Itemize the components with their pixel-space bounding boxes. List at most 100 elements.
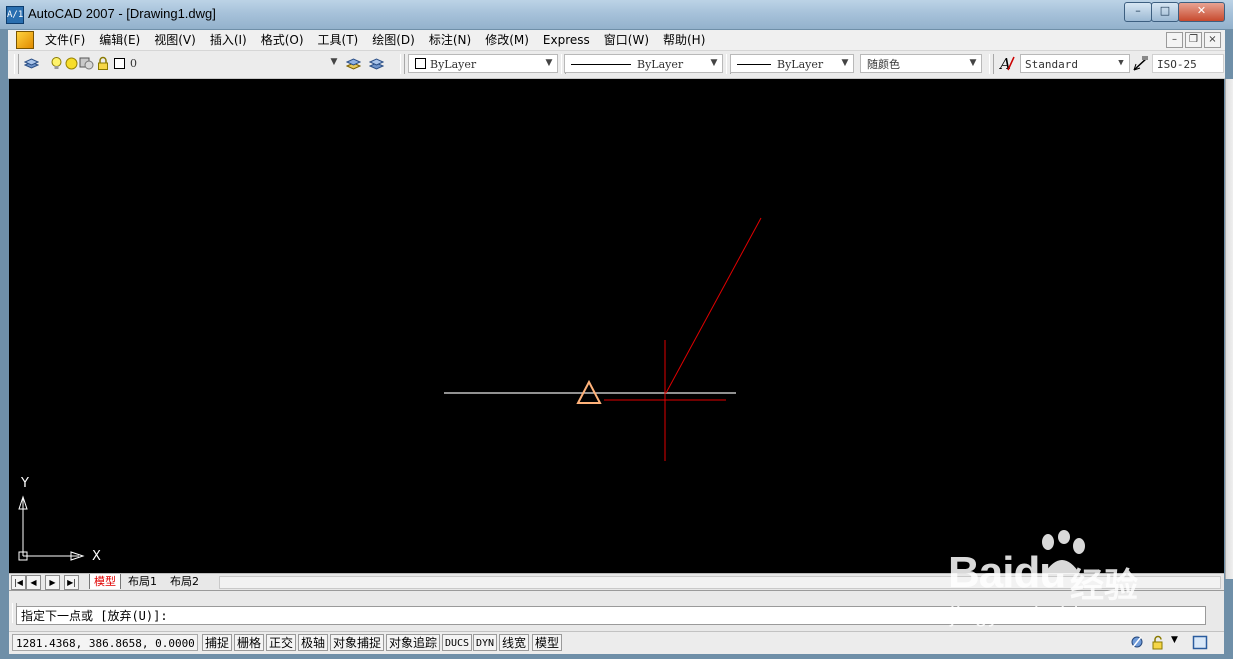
ucs-x-label: X	[92, 549, 101, 564]
autocad-window: A/1 AutoCAD 2007 - [Drawing1.dwg] – □ ✕ …	[0, 0, 1233, 659]
status-menu-chevron-down-icon[interactable]: ▼	[1171, 635, 1178, 645]
linetype-dropdown[interactable]: ByLayer ▼	[564, 54, 723, 73]
text-style-icon[interactable]: A	[999, 54, 1016, 73]
baidu-jingyan-watermark: Baidu 经验 jingyan.baidu.com	[948, 530, 1208, 630]
chevron-down-icon[interactable]: ▼	[326, 54, 342, 71]
lineweight-label: ByLayer	[777, 58, 824, 71]
polar-toggle[interactable]: 极轴	[298, 634, 329, 651]
layer-name: 0	[130, 57, 137, 70]
layer-previous-icon[interactable]	[369, 56, 384, 71]
tab-layout1[interactable]: 布局1	[124, 574, 161, 589]
menu-draw[interactable]: 绘图(D)	[365, 32, 422, 48]
watermark-brand-cn: 经验	[1070, 566, 1138, 606]
model-paper-toggle[interactable]: 模型	[532, 634, 563, 651]
grid-toggle[interactable]: 栅格	[234, 634, 265, 651]
plotstyle-dropdown[interactable]: 随颜色 ▼	[860, 54, 982, 73]
tab-model[interactable]: 模型	[89, 574, 121, 589]
otrack-toggle[interactable]: 对象追踪	[386, 634, 441, 651]
toolbar-grip[interactable]	[989, 54, 994, 74]
next-tab-button[interactable]: ▶	[45, 575, 60, 590]
chevron-down-icon[interactable]: ▼	[541, 55, 557, 72]
drawing-close-button[interactable]: ×	[1204, 32, 1221, 48]
minimize-button[interactable]: –	[1124, 2, 1152, 22]
dyn-toggle[interactable]: DYN	[473, 634, 498, 651]
linetype-label: ByLayer	[637, 58, 684, 71]
coordinate-display[interactable]: 1281.4368, 386.8658, 0.0000	[12, 634, 198, 651]
snap-toggle[interactable]: 捕捉	[202, 634, 233, 651]
layer-dropdown[interactable]: 0 ▼	[126, 54, 342, 73]
menu-window[interactable]: 窗口(W)	[597, 32, 656, 48]
lineweight-value: ByLayer	[737, 55, 823, 74]
chevron-down-icon[interactable]: ▼	[706, 55, 722, 72]
color-swatch-icon	[415, 58, 426, 69]
menu-file[interactable]: 文件(F)	[38, 32, 92, 48]
communication-center-icon[interactable]	[1129, 635, 1145, 650]
dimstyle-dropdown[interactable]: ISO-25	[1152, 54, 1224, 73]
textstyle-label: Standard	[1025, 58, 1078, 71]
lineweight-dropdown[interactable]: ByLayer ▼	[730, 54, 854, 73]
ucs-icon	[18, 495, 85, 561]
ortho-toggle[interactable]: 正交	[266, 634, 297, 651]
rubber-band-line	[665, 217, 762, 394]
menu-items: 文件(F) 编辑(E) 视图(V) 插入(I) 格式(O) 工具(T) 绘图(D…	[38, 32, 712, 48]
first-tab-button[interactable]: |◀	[11, 575, 26, 590]
color-dropdown[interactable]: ByLayer ▼	[408, 54, 558, 73]
autocad-app-icon[interactable]: A/1	[6, 6, 24, 24]
menu-edit[interactable]: 编辑(E)	[92, 32, 147, 48]
toolbar-lock-icon[interactable]	[1150, 635, 1166, 650]
title-bar[interactable]: A/1 AutoCAD 2007 - [Drawing1.dwg] – □ ✕	[0, 0, 1233, 29]
menu-modify[interactable]: 修改(M)	[478, 32, 536, 48]
lock-icon[interactable]	[96, 56, 111, 71]
menu-dimension[interactable]: 标注(N)	[422, 32, 478, 48]
clean-screen-icon[interactable]	[1192, 635, 1208, 650]
lineweight-toggle[interactable]: 线宽	[499, 634, 530, 651]
osnap-toggle[interactable]: 对象捕捉	[330, 634, 385, 651]
watermark-brand: Baidu	[948, 548, 1066, 597]
ucs-y-label: Y	[21, 476, 29, 491]
color-label: ByLayer	[430, 58, 477, 71]
sun-icon[interactable]	[64, 56, 79, 71]
vertical-scrollbar[interactable]	[1225, 79, 1233, 579]
close-button[interactable]: ✕	[1178, 2, 1225, 22]
drawing-canvas[interactable]: Y X	[9, 79, 1224, 573]
tab-layout2[interactable]: 布局2	[166, 574, 203, 589]
linetype-preview	[571, 64, 631, 65]
svg-text:A: A	[999, 55, 1011, 73]
dimension-style-icon[interactable]	[1132, 55, 1150, 73]
lightbulb-icon[interactable]	[49, 56, 64, 71]
chevron-down-icon[interactable]: ▼	[1113, 55, 1129, 72]
properties-toolbar: 0 ▼ ByLayer ▼ ByLayer ▼ ByLayer ▼ 随颜色 ▼	[8, 51, 1225, 79]
menu-tools[interactable]: 工具(T)	[311, 32, 366, 48]
menu-bar: 文件(F) 编辑(E) 视图(V) 插入(I) 格式(O) 工具(T) 绘图(D…	[8, 30, 1225, 51]
document-menu-icon[interactable]	[16, 31, 34, 49]
window-title: AutoCAD 2007 - [Drawing1.dwg]	[28, 6, 216, 21]
toolbar-grip[interactable]	[400, 54, 405, 74]
drawing-window-controls: – ❐ ×	[1166, 32, 1221, 48]
previous-tab-button[interactable]: ◀	[26, 575, 41, 590]
menu-help[interactable]: 帮助(H)	[656, 32, 712, 48]
chevron-down-icon[interactable]: ▼	[965, 55, 981, 72]
menu-express[interactable]: Express	[536, 32, 597, 48]
chevron-down-icon[interactable]: ▼	[837, 55, 853, 72]
toolbar-grip[interactable]	[14, 54, 19, 74]
lineweight-preview	[737, 64, 771, 65]
textstyle-dropdown[interactable]: Standard ▼	[1020, 54, 1130, 73]
plotstyle-label: 随颜色	[867, 58, 900, 71]
watermark-url: jingyan.baidu.com	[950, 602, 1145, 627]
layer-color-swatch-icon[interactable]	[114, 58, 125, 69]
layer-manager-icon[interactable]	[24, 56, 39, 71]
drawing-minimize-button[interactable]: –	[1166, 32, 1183, 48]
status-bar: 1281.4368, 386.8658, 0.0000 捕捉 栅格 正交 极轴 …	[9, 631, 1224, 654]
drawing-restore-button[interactable]: ❐	[1185, 32, 1202, 48]
dimstyle-label: ISO-25	[1157, 58, 1197, 71]
freeze-viewport-icon[interactable]	[79, 56, 94, 71]
menu-format[interactable]: 格式(O)	[254, 32, 311, 48]
menu-view[interactable]: 视图(V)	[147, 32, 203, 48]
model-space-drawing[interactable]	[9, 79, 1224, 573]
menu-insert[interactable]: 插入(I)	[203, 32, 254, 48]
ducs-toggle[interactable]: DUCS	[442, 634, 473, 651]
last-tab-button[interactable]: ▶|	[64, 575, 79, 590]
linetype-value: ByLayer	[571, 55, 683, 74]
maximize-button[interactable]: □	[1151, 2, 1179, 22]
make-object-layer-current-icon[interactable]	[346, 56, 361, 71]
